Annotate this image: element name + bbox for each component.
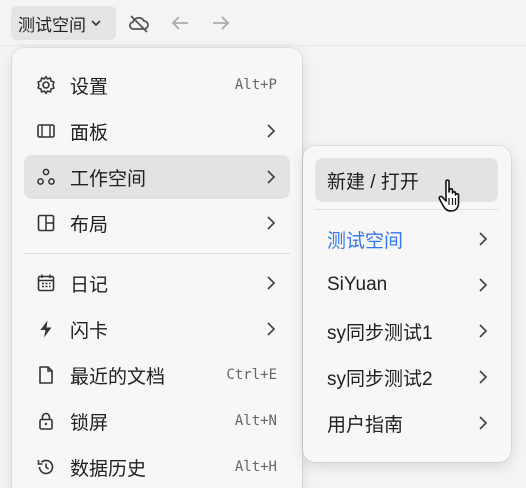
submenu-item-label: SiYuan xyxy=(327,274,388,295)
menu-item-layout[interactable]: 布局 xyxy=(24,201,290,245)
submenu-item-label: 新建 / 打开 xyxy=(327,171,419,193)
chevron-right-icon xyxy=(478,278,488,292)
chevron-right-icon xyxy=(266,276,276,290)
menu-item-flashcard[interactable]: 闪卡 xyxy=(24,307,290,351)
workspace-button[interactable]: 测试空间 xyxy=(11,6,116,40)
submenu-item-label: 测试空间 xyxy=(327,230,404,252)
menu-item-label: 最近的文档 xyxy=(70,366,166,388)
menu-item-workspace[interactable]: 工作空间 xyxy=(24,155,290,199)
submenu-item-label: sy同步测试1 xyxy=(327,322,433,344)
workspace-label: 测试空间 xyxy=(18,15,86,35)
menu-item-label: 工作空间 xyxy=(70,168,147,190)
menu-item-settings[interactable]: 设置 Alt+P xyxy=(24,63,290,107)
chevron-right-icon xyxy=(478,232,488,246)
menu-item-panel[interactable]: 面板 xyxy=(24,109,290,153)
menu-item-label: 日记 xyxy=(70,274,109,296)
layout-icon xyxy=(34,211,58,235)
menu-item-lockscreen[interactable]: 锁屏 Alt+N xyxy=(24,399,290,443)
chevron-right-icon xyxy=(478,416,488,430)
submenu-item-label: 用户指南 xyxy=(327,414,404,436)
gear-icon xyxy=(34,73,58,97)
menu-item-label: 布局 xyxy=(70,214,109,236)
hand-pointer-icon xyxy=(437,178,467,214)
cloud-off-icon[interactable] xyxy=(127,11,151,35)
menu-item-label: 锁屏 xyxy=(70,412,109,434)
submenu-item-user-guide[interactable]: 用户指南 xyxy=(315,401,498,445)
forward-arrow-icon[interactable] xyxy=(209,11,233,35)
shortcut-label: Alt+H xyxy=(234,459,277,475)
menu-item-label: 设置 xyxy=(70,76,109,98)
submenu-item-sync-test-1[interactable]: sy同步测试1 xyxy=(315,309,498,353)
panel-icon xyxy=(34,119,58,143)
workspace-icon xyxy=(34,165,58,189)
menu-divider xyxy=(24,253,290,254)
shortcut-label: Ctrl+E xyxy=(226,367,277,383)
chevron-right-icon xyxy=(266,124,276,138)
chevron-right-icon xyxy=(266,216,276,230)
menu-item-label: 数据历史 xyxy=(70,458,147,480)
menu-item-dailynote[interactable]: 日记 xyxy=(24,261,290,305)
submenu-item-siyuan[interactable]: SiYuan xyxy=(315,263,498,307)
main-menu: 设置 Alt+P 面板 工作空间 布局 日记 闪卡 最近的文档 Ctrl+E 锁… xyxy=(12,48,302,488)
submenu-item-new-open[interactable]: 新建 / 打开 xyxy=(315,158,498,202)
submenu-item-workspace-test[interactable]: 测试空间 xyxy=(315,217,498,261)
menu-item-label: 闪卡 xyxy=(70,320,109,342)
history-icon xyxy=(34,455,58,479)
lock-icon xyxy=(34,409,58,433)
chevron-down-icon xyxy=(90,17,102,29)
submenu-item-sync-test-2[interactable]: sy同步测试2 xyxy=(315,355,498,399)
menu-item-recent-docs[interactable]: 最近的文档 Ctrl+E xyxy=(24,353,290,397)
shortcut-label: Alt+N xyxy=(234,413,277,429)
back-arrow-icon[interactable] xyxy=(168,11,192,35)
calendar-icon xyxy=(34,271,58,295)
chevron-right-icon xyxy=(478,324,488,338)
menu-item-label: 面板 xyxy=(70,122,109,144)
chevron-right-icon xyxy=(266,170,276,184)
submenu-item-label: sy同步测试2 xyxy=(327,368,433,390)
file-icon xyxy=(34,363,58,387)
top-toolbar: 测试空间 xyxy=(0,0,526,46)
submenu-divider xyxy=(315,209,498,210)
chevron-right-icon xyxy=(478,370,488,384)
chevron-right-icon xyxy=(266,322,276,336)
workspace-submenu: 新建 / 打开 测试空间 SiYuan sy同步测试1 sy同步测试2 用户指南 xyxy=(303,146,511,462)
shortcut-label: Alt+P xyxy=(234,77,277,93)
menu-item-data-history[interactable]: 数据历史 Alt+H xyxy=(24,445,290,488)
lightning-icon xyxy=(34,317,58,341)
